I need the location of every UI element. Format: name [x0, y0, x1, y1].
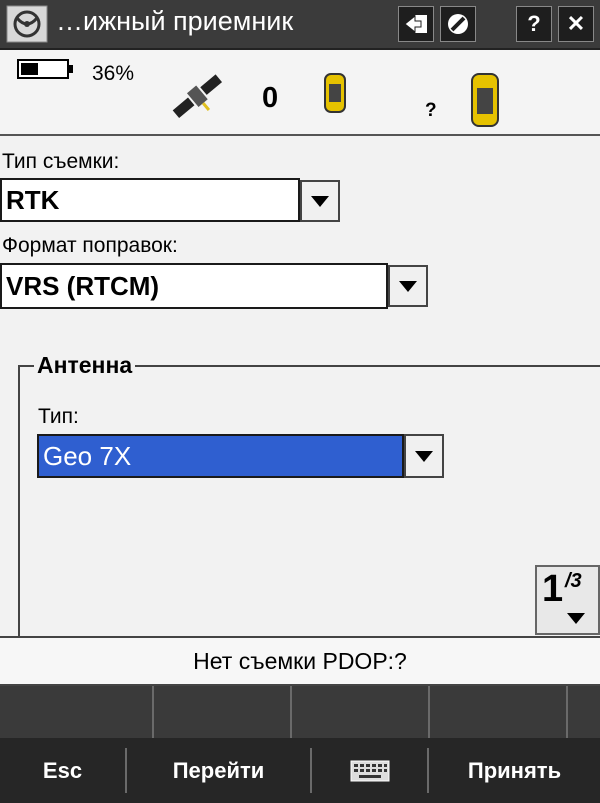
antenna-type-dropdown-button[interactable]: [404, 434, 444, 478]
satellite-count: 0: [262, 82, 279, 114]
help-button[interactable]: ?: [516, 6, 552, 42]
correction-format-label: Формат поправок:: [2, 234, 178, 257]
close-button[interactable]: ✕: [558, 6, 594, 42]
page-current: 1: [542, 568, 564, 610]
rover-receiver-icon[interactable]: [470, 72, 500, 133]
battery-icon[interactable]: [16, 58, 76, 85]
divider: [152, 686, 154, 738]
window-title: …ижный приемник: [56, 6, 294, 36]
divider: [290, 686, 292, 738]
keyboard-icon: [350, 760, 389, 781]
correction-format-dropdown-button[interactable]: [388, 265, 428, 307]
antenna-group: [18, 365, 600, 645]
receiver-icon[interactable]: [323, 72, 347, 119]
accept-button[interactable]: Принять: [429, 738, 600, 803]
antenna-type-select[interactable]: Geo 7X: [37, 434, 404, 478]
app-logo-icon[interactable]: [6, 5, 48, 43]
divider: [566, 686, 568, 738]
antenna-group-title: Антенна: [34, 352, 136, 379]
survey-type-select[interactable]: RTK: [0, 178, 300, 222]
page-total: /3: [565, 570, 582, 592]
goto-button[interactable]: Перейти: [127, 738, 310, 803]
antenna-type-label: Тип:: [38, 405, 79, 428]
rover-status-mark: ?: [425, 100, 437, 121]
esc-button[interactable]: Esc: [0, 738, 125, 803]
chevron-down-icon: [311, 195, 329, 207]
status-bar: [0, 50, 600, 136]
chevron-down-icon: [567, 613, 585, 624]
chevron-down-icon: [415, 450, 433, 462]
chevron-down-icon: [399, 280, 417, 292]
no-button[interactable]: [440, 6, 476, 42]
survey-type-dropdown-button[interactable]: [300, 180, 340, 222]
survey-type-label: Тип съемки:: [2, 150, 120, 173]
switch-button[interactable]: [398, 6, 434, 42]
keyboard-button[interactable]: [312, 738, 427, 803]
survey-status-line: Нет съемки PDOP:?: [0, 636, 600, 686]
battery-percent: 36%: [92, 62, 135, 85]
switch-icon: [404, 14, 427, 34]
no-icon: [448, 14, 468, 34]
satellite-icon[interactable]: [168, 72, 228, 127]
divider: [428, 686, 430, 738]
empty-softkey-row: [0, 686, 600, 738]
correction-format-select[interactable]: VRS (RTCM): [0, 263, 388, 309]
